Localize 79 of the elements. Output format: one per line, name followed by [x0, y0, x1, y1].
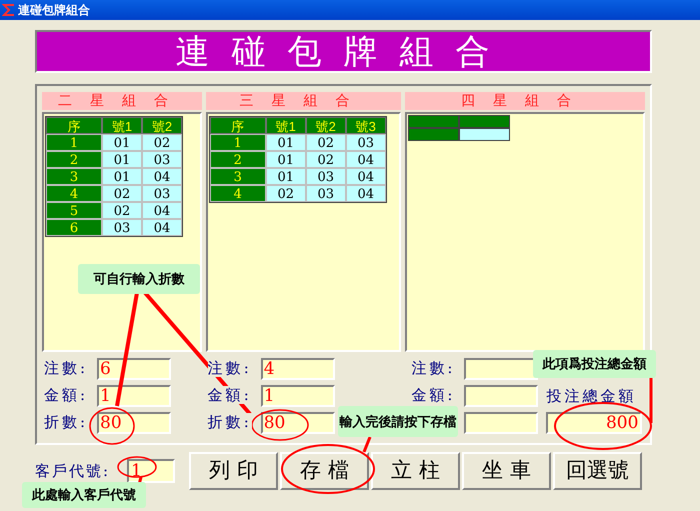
table-cell: 03 — [346, 134, 386, 151]
input-field[interactable]: 80 — [260, 412, 335, 434]
section-header: 二星組合 — [42, 92, 202, 110]
input-field[interactable] — [464, 412, 538, 434]
table-cell: 04 — [142, 202, 182, 219]
callout-note: 此處輸入客戶代號 — [22, 482, 146, 508]
input-field[interactable] — [464, 385, 538, 407]
table-cell: 1 — [46, 134, 102, 151]
field-value: 80 — [264, 413, 286, 433]
table-cell: 03 — [142, 151, 182, 168]
input-field[interactable]: 1 — [97, 385, 171, 407]
table-cell: 03 — [142, 185, 182, 202]
highlight-circle — [89, 407, 135, 445]
table-cell: 2 — [210, 151, 266, 168]
table-cell: 01 — [102, 151, 142, 168]
input-field[interactable]: 80 — [97, 412, 171, 434]
table-cell: 01 — [102, 134, 142, 151]
column-header: 號2 — [306, 117, 346, 134]
field-value: 6 — [100, 359, 111, 379]
action-button[interactable]: 立 柱 — [371, 452, 460, 490]
column-header: 序 — [210, 117, 266, 134]
table-cell: 5 — [46, 202, 102, 219]
table-cell: 03 — [306, 168, 346, 185]
action-button[interactable]: 回選號 — [553, 452, 642, 490]
table-cell: 6 — [46, 219, 102, 236]
customer-label: 客戶代號: — [35, 460, 112, 482]
callout-note: 可自行輸入折數 — [78, 264, 200, 294]
table-cell: 01 — [266, 134, 306, 151]
table-cell: 02 — [102, 202, 142, 219]
table-cell: 01 — [266, 168, 306, 185]
table-cell: 04 — [346, 151, 386, 168]
table-cell: 3 — [210, 168, 266, 185]
highlight-circle — [117, 456, 157, 478]
table-cell: 04 — [346, 168, 386, 185]
total-label: 投注總金額 — [546, 386, 638, 407]
action-button[interactable]: 列 印 — [189, 452, 278, 490]
table-cell: 4 — [46, 185, 102, 202]
highlight-circle — [251, 409, 309, 441]
table-cell: 02 — [306, 134, 346, 151]
field-value: 4 — [264, 359, 275, 379]
callout-note: 此項爲投注總金額 — [533, 350, 656, 378]
input-field[interactable]: 1 — [260, 385, 335, 407]
customer-field[interactable]: 1 — [127, 459, 175, 483]
window-title: 連碰包牌組合 — [18, 2, 90, 19]
sigma-icon — [2, 3, 16, 17]
field-label: 折數: — [208, 413, 252, 431]
field-value: 80 — [100, 413, 122, 433]
callout-note: 輸入完後請按下存檔 — [338, 406, 458, 437]
input-field[interactable]: 6 — [97, 358, 171, 380]
table-cell: 03 — [306, 185, 346, 202]
table-cell: 2 — [46, 151, 102, 168]
action-button[interactable]: 坐 車 — [462, 452, 551, 490]
total-field[interactable]: 800 — [546, 412, 642, 434]
table-cell: 02 — [142, 134, 182, 151]
section-header: 三星組合 — [206, 92, 402, 110]
table-cell: 02 — [306, 151, 346, 168]
column-header: 號1 — [266, 117, 306, 134]
table-cell: 4 — [210, 185, 266, 202]
banner-title: 連碰包牌組合 — [176, 34, 512, 68]
input-field[interactable] — [464, 358, 538, 380]
field-value: 1 — [264, 386, 275, 406]
table-cell: 1 — [210, 134, 266, 151]
table-cell: 02 — [266, 185, 306, 202]
table-cell: 04 — [346, 185, 386, 202]
column-header: 號2 — [142, 117, 182, 134]
table-cell: 02 — [102, 185, 142, 202]
table-cell: 01 — [102, 168, 142, 185]
section-header: 四星組合 — [405, 92, 645, 110]
column-header: 序 — [46, 117, 102, 134]
input-field[interactable]: 4 — [260, 358, 335, 380]
table-cell: 04 — [142, 219, 182, 236]
table-cell: 03 — [102, 219, 142, 236]
column-header: 號3 — [346, 117, 386, 134]
table-cell: 3 — [46, 168, 102, 185]
action-button[interactable]: 存 檔 — [280, 452, 369, 490]
field-value: 1 — [100, 386, 111, 406]
table-cell: 01 — [266, 151, 306, 168]
table-cell: 04 — [142, 168, 182, 185]
column-header: 號1 — [102, 117, 142, 134]
